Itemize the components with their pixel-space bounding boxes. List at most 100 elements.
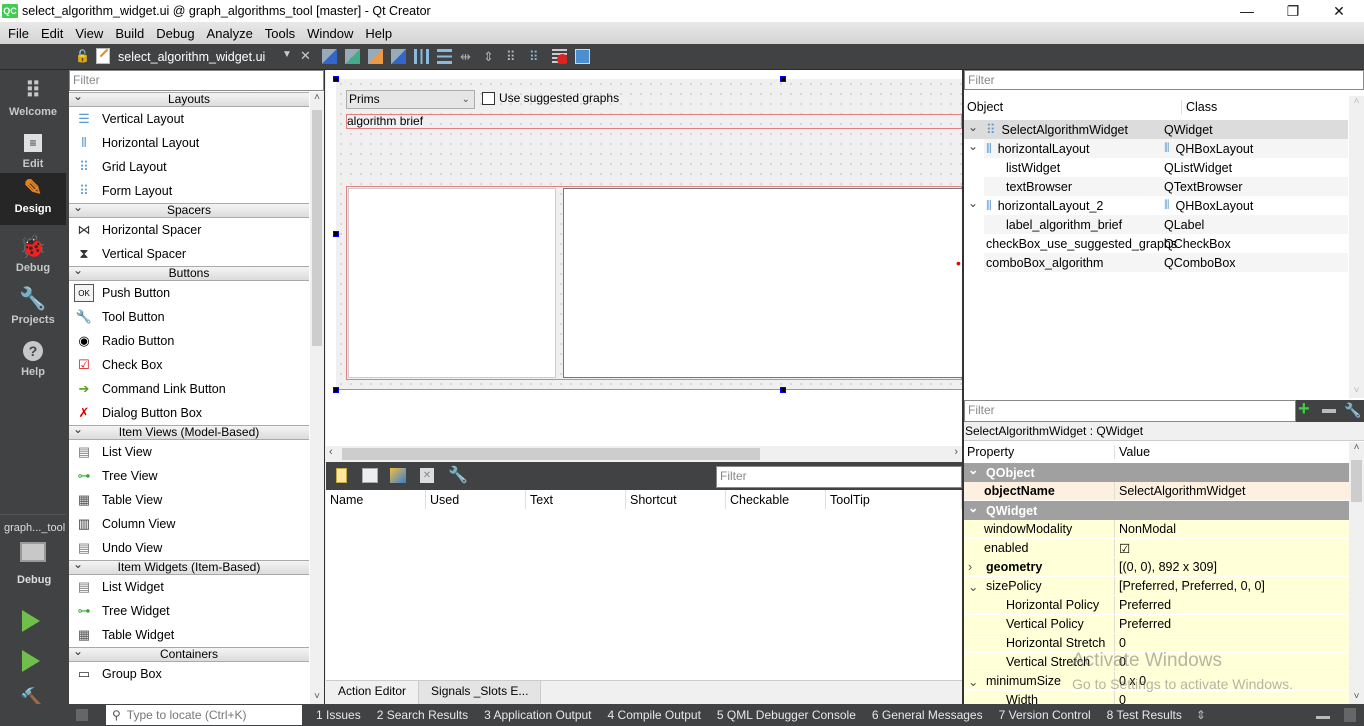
chevron-down-icon[interactable]: ⌄	[968, 500, 986, 515]
resize-handle[interactable]	[333, 76, 339, 82]
output-pane-button[interactable]: 4 Compile Output	[598, 708, 707, 722]
column-object[interactable]: Object	[964, 100, 1182, 114]
widget-item-list-view[interactable]: ▤ List View	[69, 440, 309, 464]
widget-item-table-view[interactable]: ▦ Table View	[69, 488, 309, 512]
column-name[interactable]: Name	[326, 490, 426, 509]
documents-dropdown-icon[interactable]: ▼	[282, 49, 292, 60]
property-value[interactable]: [Preferred, Preferred, 0, 0]	[1115, 577, 1349, 595]
tab-action-editor[interactable]: Action Editor	[326, 681, 419, 704]
resize-handle[interactable]	[333, 387, 339, 393]
form-widget[interactable]: Prims ⌄ Use suggested graphs algorithm b…	[336, 79, 963, 390]
column-property[interactable]: Property	[964, 445, 1115, 459]
property-value[interactable]: 0 x 0	[1115, 672, 1349, 690]
text-browser[interactable]	[563, 188, 963, 378]
chevron-down-icon[interactable]: ⌄	[968, 579, 986, 594]
column-value[interactable]: Value	[1115, 445, 1150, 459]
tab-signals-slots-editor[interactable]: Signals _Slots E...	[418, 681, 542, 704]
add-dynamic-property-icon[interactable]: +	[1298, 398, 1310, 421]
chevron-right-icon[interactable]: ›	[968, 560, 986, 574]
chevron-down-icon[interactable]: ⌄	[968, 674, 986, 689]
category-item-widgets-item-based[interactable]: Item Widgets (Item-Based)	[69, 558, 309, 575]
scroll-up-icon[interactable]: ˄	[310, 92, 324, 103]
open-document-name[interactable]: select_algorithm_widget.ui	[118, 50, 265, 64]
scroll-down-icon[interactable]: ˅	[1349, 385, 1364, 396]
layout-vertical-icon[interactable]	[437, 49, 452, 64]
column-tooltip[interactable]: ToolTip	[826, 490, 962, 509]
column-shortcut[interactable]: Shortcut	[626, 490, 726, 509]
scroll-right-icon[interactable]: ›	[954, 446, 958, 458]
canvas-horizontal-scrollbar[interactable]: ‹ ›	[326, 446, 962, 462]
object-tree-row[interactable]: ⌄ ⦀ horizontalLayout_2 ⦀ QHBoxLayout	[968, 196, 1348, 215]
chevron-down-icon[interactable]: ⌄	[968, 139, 984, 153]
object-tree-row[interactable]: textBrowser QTextBrowser	[984, 177, 1348, 196]
property-row[interactable]: objectName SelectAlgorithmWidget	[964, 482, 1349, 501]
property-value[interactable]: Preferred	[1115, 596, 1349, 614]
action-filter-input[interactable]: Filter	[716, 466, 962, 488]
property-value[interactable]: NonModal	[1115, 520, 1349, 538]
property-group[interactable]: ⌄ QObject	[964, 463, 1349, 482]
menu-window[interactable]: Window	[301, 26, 359, 41]
break-layout-icon[interactable]	[552, 49, 567, 64]
edit-signals-slots-icon[interactable]	[345, 49, 360, 64]
menu-analyze[interactable]: Analyze	[201, 26, 259, 41]
widget-item-list-widget[interactable]: ▤ List Widget	[69, 575, 309, 599]
scroll-down-icon[interactable]: ˅	[310, 691, 324, 702]
widget-item-undo-view[interactable]: ▤ Undo View	[69, 536, 309, 560]
copy-action-icon[interactable]	[362, 468, 378, 483]
object-tree-row[interactable]: label_algorithm_brief QLabel	[984, 215, 1348, 234]
object-tree-row[interactable]: ⌄ ⦀ horizontalLayout ⦀ QHBoxLayout	[968, 139, 1348, 158]
widget-item-horizontal-layout[interactable]: ⦀ Horizontal Layout	[69, 131, 309, 155]
widget-item-tree-view[interactable]: ⊶ Tree View	[69, 464, 309, 488]
layout-vertical-splitter-icon[interactable]: ⇕	[483, 49, 498, 64]
chevron-down-icon[interactable]: ⌄	[968, 196, 984, 210]
widget-item-vertical-spacer[interactable]: ⧗ Vertical Spacer	[69, 242, 309, 266]
property-row[interactable]: Vertical Policy Preferred	[964, 615, 1349, 634]
kit-project-name[interactable]: graph..._tool	[4, 522, 65, 534]
output-pane-button[interactable]: 7 Version Control	[989, 708, 1097, 722]
property-row[interactable]: ⌄ minimumSize 0 x 0	[964, 672, 1349, 691]
widget-item-push-button[interactable]: OK Push Button	[69, 281, 309, 305]
property-value[interactable]: ☑	[1115, 539, 1349, 557]
checkbox-box[interactable]	[482, 91, 495, 105]
property-scrollbar[interactable]: ˄ ˅	[1349, 442, 1364, 704]
run-icon[interactable]	[22, 610, 40, 632]
edit-tab-order-icon[interactable]	[391, 49, 406, 64]
property-value[interactable]: SelectAlgorithmWidget	[1115, 482, 1349, 500]
delete-action-icon[interactable]: ✕	[420, 468, 434, 483]
property-row[interactable]: Horizontal Policy Preferred	[964, 596, 1349, 615]
property-filter-input[interactable]: Filter	[964, 400, 1296, 422]
menu-help[interactable]: Help	[359, 26, 398, 41]
layout-form-icon[interactable]: ⠿	[506, 49, 521, 64]
edit-widgets-icon[interactable]	[322, 49, 337, 64]
widget-item-check-box[interactable]: ☑ Check Box	[69, 353, 309, 377]
scroll-up-icon[interactable]: ˄	[1349, 96, 1364, 107]
column-used[interactable]: Used	[426, 490, 526, 509]
scrollbar-thumb[interactable]	[312, 110, 322, 346]
widget-box-scrollbar[interactable]: ˄ ˅	[310, 92, 324, 704]
category-containers[interactable]: Containers	[69, 645, 309, 662]
resize-handle[interactable]	[780, 76, 786, 82]
locator-input[interactable]: ⚲ Type to locate (Ctrl+K)	[106, 705, 302, 725]
more-panes-icon[interactable]: ⇕	[1196, 708, 1206, 722]
widget-item-grid-layout[interactable]: ⠿ Grid Layout	[69, 155, 309, 179]
checkbox-use-suggested-graphs[interactable]: Use suggested graphs	[482, 91, 619, 105]
toggle-sidebar-icon[interactable]	[76, 709, 88, 721]
output-pane-button[interactable]: 6 General Messages	[862, 708, 989, 722]
property-value[interactable]: [(0, 0), 892 x 309]	[1115, 558, 1349, 576]
output-pane-button[interactable]: 2 Search Results	[367, 708, 474, 722]
mode-debug[interactable]: 🐞 Debug	[0, 232, 66, 284]
object-tree-row[interactable]: listWidget QListWidget	[984, 158, 1348, 177]
widget-item-form-layout[interactable]: ⠿ Form Layout	[69, 179, 309, 203]
property-group[interactable]: ⌄ QWidget	[964, 501, 1349, 520]
chevron-down-icon[interactable]: ⌄	[968, 120, 984, 134]
category-spacers[interactable]: Spacers	[69, 201, 309, 218]
configure-icon[interactable]: 🔧	[1344, 402, 1361, 419]
widget-item-tool-button[interactable]: 🔧 Tool Button	[69, 305, 309, 329]
adjust-size-icon[interactable]	[575, 49, 590, 64]
list-widget[interactable]	[348, 188, 556, 378]
mode-welcome[interactable]: ⠿ Welcome	[0, 76, 66, 128]
layout-horizontal-icon[interactable]	[414, 49, 429, 64]
minimize-button[interactable]: —	[1224, 0, 1270, 22]
scroll-down-icon[interactable]: ˅	[1349, 691, 1364, 702]
column-class[interactable]: Class	[1182, 100, 1217, 114]
